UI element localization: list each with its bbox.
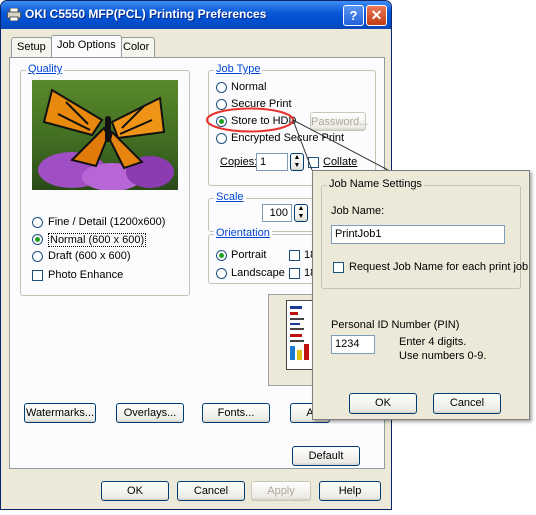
tab-job-options[interactable]: Job Options bbox=[51, 35, 122, 57]
collate-label: Collate bbox=[323, 156, 358, 168]
request-job-name-checkbox[interactable] bbox=[333, 262, 344, 273]
photo-enhance-checkbox[interactable] bbox=[32, 270, 43, 281]
orientation-group-label: Orientation bbox=[214, 227, 272, 239]
job-normal-label: Normal bbox=[231, 81, 267, 93]
fonts-button[interactable]: Fonts... bbox=[202, 403, 270, 423]
job-normal-radio[interactable] bbox=[216, 82, 227, 93]
password-button[interactable]: Password... bbox=[310, 112, 368, 131]
help-title-button[interactable]: ? bbox=[343, 5, 364, 26]
title-bar: OKI C5550 MFP(PCL) Printing Preferences … bbox=[1, 1, 391, 29]
quality-normal-radio[interactable] bbox=[32, 234, 43, 245]
pin-label: Personal ID Number (PIN) bbox=[331, 319, 460, 331]
dialog-cancel-button[interactable]: Cancel bbox=[433, 393, 501, 414]
printer-icon bbox=[7, 8, 21, 21]
quality-fine-radio[interactable] bbox=[32, 217, 43, 228]
quality-group-label: Quality bbox=[26, 63, 65, 75]
scale-input[interactable]: 100 bbox=[262, 204, 292, 222]
quality-fine-label: Fine / Detail (1200x600) bbox=[48, 216, 166, 228]
collate-checkbox[interactable] bbox=[308, 157, 319, 168]
copies-spinner[interactable]: ▲ ▼ bbox=[290, 153, 304, 171]
quality-draft-radio[interactable] bbox=[32, 251, 43, 262]
tab-color[interactable]: Color bbox=[117, 37, 156, 57]
copies-label: Copies: bbox=[220, 156, 258, 168]
ok-button[interactable]: OK bbox=[101, 481, 169, 501]
quality-draft-label: Draft (600 x 600) bbox=[48, 250, 131, 262]
pin-input[interactable]: 1234 bbox=[331, 335, 375, 354]
orientation-option1-checkbox[interactable] bbox=[289, 250, 300, 261]
photo-enhance-label: Photo Enhance bbox=[48, 269, 124, 281]
orientation-portrait-radio[interactable] bbox=[216, 250, 227, 261]
quality-normal-label: Normal (600 x 600) bbox=[48, 233, 147, 247]
tab-setup[interactable]: Setup bbox=[11, 37, 52, 57]
job-type-group-label: Job Type bbox=[214, 63, 263, 75]
orientation-option2-checkbox[interactable] bbox=[289, 268, 300, 279]
close-window-button[interactable]: ✕ bbox=[366, 5, 387, 26]
quality-preview-image bbox=[32, 80, 178, 190]
store-to-hdd-highlight-ellipse bbox=[206, 107, 294, 133]
job-name-input[interactable]: PrintJob1 bbox=[331, 225, 505, 244]
window-title: OKI C5550 MFP(PCL) Printing Preferences bbox=[25, 7, 267, 21]
scale-spinner[interactable]: ▲ ▼ bbox=[294, 204, 308, 222]
request-job-name-label: Request Job Name for each print job bbox=[349, 261, 529, 273]
apply-button[interactable]: Apply bbox=[251, 481, 311, 501]
job-encrypted-radio[interactable] bbox=[216, 133, 227, 144]
scale-group-label: Scale bbox=[214, 191, 246, 203]
orientation-landscape-label: Landscape bbox=[231, 267, 285, 279]
job-name-settings-label: Job Name Settings bbox=[327, 178, 424, 190]
watermarks-button[interactable]: Watermarks... bbox=[24, 403, 96, 423]
pin-hint-line1: Enter 4 digits. bbox=[399, 336, 467, 348]
default-button[interactable]: Default bbox=[292, 446, 360, 466]
orientation-portrait-label: Portrait bbox=[231, 249, 267, 261]
orientation-landscape-radio[interactable] bbox=[216, 268, 227, 279]
dialog-ok-button[interactable]: OK bbox=[349, 393, 417, 414]
help-button[interactable]: Help bbox=[319, 481, 381, 501]
job-name-label: Job Name: bbox=[331, 205, 385, 217]
copies-input[interactable]: 1 bbox=[256, 153, 288, 171]
pin-hint-line2: Use numbers 0-9. bbox=[399, 350, 487, 362]
cancel-button[interactable]: Cancel bbox=[177, 481, 245, 501]
job-name-settings-dialog: Job Name Settings Job Name: PrintJob1 Re… bbox=[312, 170, 530, 420]
overlays-button[interactable]: Overlays... bbox=[116, 403, 184, 423]
